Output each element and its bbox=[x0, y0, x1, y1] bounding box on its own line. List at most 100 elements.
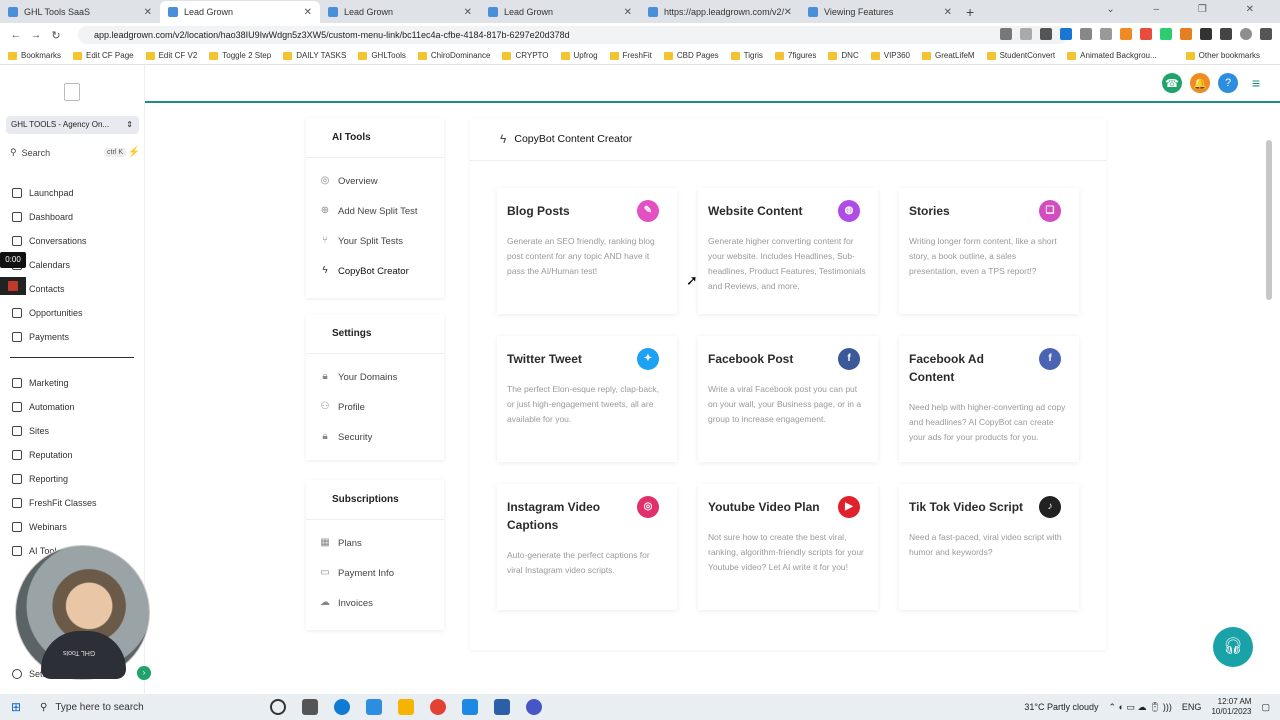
sidebar-item-freshfit-classes[interactable]: FreshFit Classes bbox=[12, 498, 97, 508]
agency-switcher[interactable]: GHL TOOLS - Agency On... ⇕ bbox=[6, 116, 139, 134]
record-stop-button[interactable] bbox=[0, 277, 26, 295]
menu-item-security[interactable]: 🔒︎ Security bbox=[306, 422, 444, 452]
lock-icon: 🔒︎ bbox=[322, 431, 328, 442]
menu-item-plans[interactable]: ▦ Plans bbox=[306, 528, 444, 558]
tray-icons[interactable]: ⌃ ◐ ▭ ☁ 🔋︎ ))) bbox=[1109, 702, 1172, 713]
help-icon[interactable]: ? bbox=[1218, 73, 1238, 93]
bookmark-item[interactable]: FreshFit bbox=[609, 51, 652, 60]
bookmark-item[interactable]: DAILY TASKS bbox=[283, 51, 346, 60]
menu-icon[interactable]: ≡ bbox=[1246, 73, 1266, 93]
sidebar-item-sites[interactable]: Sites bbox=[12, 426, 49, 436]
browser-tab[interactable]: https://app.leadgrown.com/v2/p ✕ bbox=[640, 1, 800, 23]
notification-icon[interactable]: ▢ bbox=[1261, 702, 1270, 713]
card-description: Need help with higher-converting ad copy… bbox=[909, 402, 1066, 442]
bookmark-item[interactable]: CRYPTO bbox=[502, 51, 549, 60]
weather-status[interactable]: 31°C Partly cloudy bbox=[1024, 702, 1098, 712]
browser-tab[interactable]: GHL Tools SaaS ✕ bbox=[0, 1, 160, 23]
sidebar-item-payments[interactable]: Payments bbox=[12, 332, 69, 342]
sidebar-item-reputation[interactable]: Reputation bbox=[12, 450, 73, 460]
content-type-card[interactable]: Blog Posts ✎ Generate an SEO friendly, ran… bbox=[497, 188, 677, 314]
lightning-icon[interactable]: ⚡ bbox=[128, 147, 140, 158]
phone-icon[interactable]: ☎ bbox=[1162, 73, 1182, 93]
bookmark-item[interactable]: Toggle 2 Step bbox=[209, 51, 271, 60]
back-icon[interactable]: ← bbox=[6, 29, 26, 41]
menu-item-overview[interactable]: ◎ Overview bbox=[306, 166, 444, 196]
bookmark-item[interactable]: Edit CF V2 bbox=[145, 51, 197, 60]
close-icon[interactable]: ✕ bbox=[464, 7, 472, 18]
content-type-card[interactable]: Facebook Ad Content f Need help with highe… bbox=[899, 336, 1079, 462]
notification-bell-icon[interactable]: 🔔 bbox=[1190, 73, 1210, 93]
new-tab-button[interactable]: + bbox=[966, 1, 974, 23]
sidebar-item-dashboard[interactable]: Dashboard bbox=[12, 212, 73, 222]
reload-icon[interactable]: ↻ bbox=[46, 29, 66, 42]
content-type-card[interactable]: Stories ❑ Writing longer form content, lik… bbox=[899, 188, 1079, 314]
forward-icon[interactable]: → bbox=[26, 29, 46, 41]
subscriptions-title: Subscriptions bbox=[306, 480, 444, 520]
chat-support-button[interactable]: 🎧︎ bbox=[1213, 627, 1253, 667]
extension-icons[interactable] bbox=[1000, 28, 1272, 40]
content-type-card[interactable]: Facebook Post f Write a viral Facebook pos… bbox=[698, 336, 878, 462]
menu-item-your-domains[interactable]: 🔒︎ Your Domains bbox=[306, 362, 444, 392]
url-input[interactable]: app.leadgrown.com/v2/location/hao38IU9Iw… bbox=[78, 26, 1068, 44]
bookmark-item[interactable]: StudentConvert bbox=[986, 51, 1055, 60]
calendar-icon: ▦ bbox=[320, 537, 330, 548]
page-scrollbar[interactable] bbox=[1266, 140, 1272, 300]
content-type-card[interactable]: Instagram Video Captions ◎ Auto-generate t… bbox=[497, 484, 677, 610]
browser-tab[interactable]: Viewing Features ✕ bbox=[800, 1, 960, 23]
window-controls[interactable]: ⌄ – ❐ ✕ bbox=[1106, 4, 1272, 15]
sidebar-item-marketing[interactable]: Marketing bbox=[12, 378, 69, 388]
bookmark-item[interactable]: ChiroDominance bbox=[417, 51, 490, 60]
menu-item-your-split-tests[interactable]: ⑂ Your Split Tests bbox=[306, 226, 444, 256]
taskbar-search[interactable]: ⚲ Type here to search bbox=[32, 694, 202, 720]
card-title: Stories bbox=[909, 204, 950, 218]
close-icon[interactable]: ✕ bbox=[144, 7, 152, 18]
bookmark-item[interactable]: GHLTools bbox=[358, 51, 406, 60]
folder-icon bbox=[986, 51, 996, 60]
bookmark-item[interactable]: Upfrog bbox=[560, 51, 598, 60]
favicon-icon bbox=[488, 7, 498, 17]
sidebar-item-webinars[interactable]: Webinars bbox=[12, 522, 67, 532]
bookmark-item[interactable]: DNC bbox=[828, 51, 859, 60]
close-icon[interactable]: ✕ bbox=[944, 7, 952, 18]
close-icon[interactable]: ✕ bbox=[784, 7, 792, 18]
favicon-icon bbox=[808, 7, 818, 17]
sidebar-item-opportunities[interactable]: Opportunities bbox=[12, 308, 83, 318]
browser-tab[interactable]: Lead Grown ✕ bbox=[160, 1, 320, 23]
bookmark-item[interactable]: GreatLifeM bbox=[921, 51, 975, 60]
bookmark-item[interactable]: Edit CF Page bbox=[73, 51, 134, 60]
bookmark-item[interactable]: CBD Pages bbox=[663, 51, 719, 60]
taskbar-apps[interactable] bbox=[270, 699, 542, 715]
bookmark-item[interactable]: Animated Backgrou... bbox=[1067, 51, 1157, 60]
windows-start-icon[interactable]: ⊞ bbox=[0, 700, 32, 714]
menu-item-add-new-split-test[interactable]: ⊕ Add New Split Test bbox=[306, 196, 444, 226]
menu-item-copybot-creator[interactable]: ϟ CopyBot Creator bbox=[306, 256, 444, 286]
favicon-icon bbox=[8, 7, 18, 17]
folder-icon bbox=[774, 51, 784, 60]
expand-sidebar-button[interactable]: › bbox=[137, 666, 151, 680]
language-indicator[interactable]: ENG bbox=[1182, 702, 1202, 712]
menu-item-profile[interactable]: ⚇ Profile bbox=[306, 392, 444, 422]
other-bookmarks[interactable]: Other bookmarks bbox=[1185, 51, 1260, 60]
sidebar-item-launchpad[interactable]: Launchpad bbox=[12, 188, 74, 198]
bookmark-item[interactable]: Tigris bbox=[730, 51, 763, 60]
bookmark-item[interactable]: 7figures bbox=[774, 51, 816, 60]
clock[interactable]: 12:07 AM 10/01/2023 bbox=[1211, 697, 1251, 717]
bookmark-item[interactable]: VIP360 bbox=[870, 51, 910, 60]
menu-item-invoices[interactable]: ☁ Invoices bbox=[306, 588, 444, 618]
folder-icon bbox=[921, 51, 931, 60]
sidebar-item-reporting[interactable]: Reporting bbox=[12, 474, 68, 484]
ai-tools-menu: AI Tools ◎ Overview ⊕ Add New Split Test ⑂… bbox=[306, 118, 444, 298]
bookmark-item[interactable]: Bookmarks bbox=[8, 51, 61, 60]
close-icon[interactable]: ✕ bbox=[304, 7, 312, 18]
sidebar-item-conversations[interactable]: Conversations bbox=[12, 236, 87, 246]
sidebar-item-automation[interactable]: Automation bbox=[12, 402, 75, 412]
close-icon[interactable]: ✕ bbox=[624, 7, 632, 18]
sidebar-search[interactable]: ⚲ Search ctrl K ⚡ bbox=[10, 147, 140, 158]
browser-tab[interactable]: Lead Grown ✕ bbox=[320, 1, 480, 23]
menu-item-payment-info[interactable]: ▭ Payment Info bbox=[306, 558, 444, 588]
content-type-card[interactable]: Website Content ◍ Generate higher converti… bbox=[698, 188, 878, 314]
content-type-card[interactable]: Tik Tok Video Script ♪ Need a fast-paced, … bbox=[899, 484, 1079, 610]
content-type-card[interactable]: Twitter Tweet ✦ The perfect Elon-esque rep… bbox=[497, 336, 677, 462]
browser-tab[interactable]: Lead Grown ✕ bbox=[480, 1, 640, 23]
content-type-card[interactable]: Youtube Video Plan ▶ Not sure how to creat… bbox=[698, 484, 878, 610]
